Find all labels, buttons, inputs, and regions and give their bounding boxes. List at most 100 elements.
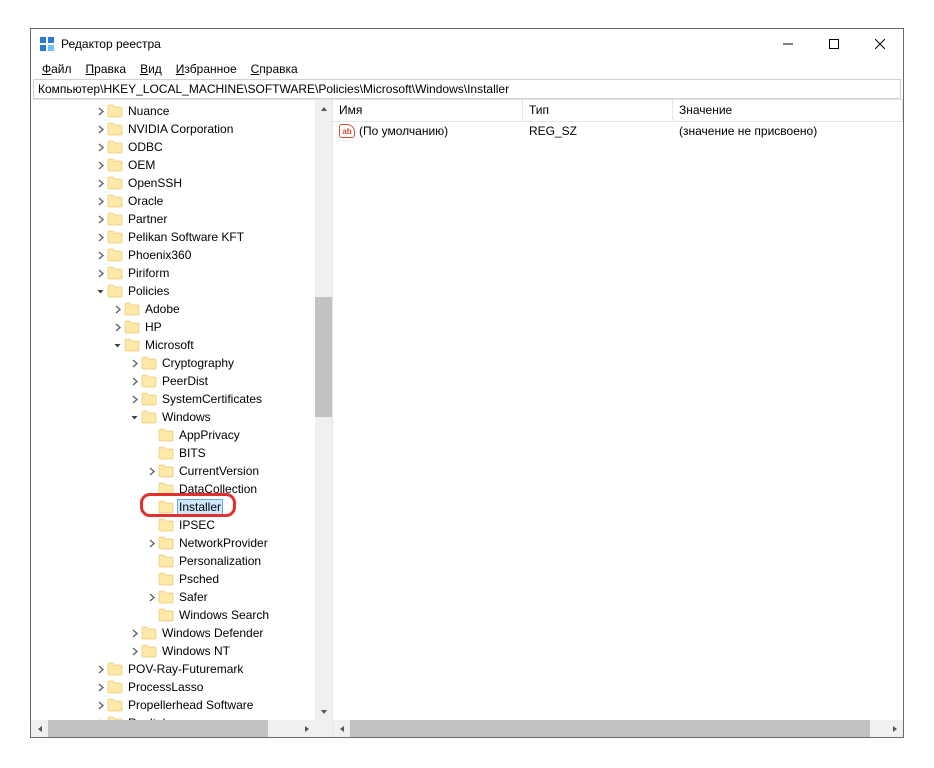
menu-favorites[interactable]: Избранное (171, 61, 242, 77)
tree-item[interactable]: Windows Search (31, 606, 332, 624)
tree-item[interactable]: SystemCertificates (31, 390, 332, 408)
value-row[interactable]: ab(По умолчанию)REG_SZ(значение не присв… (333, 122, 903, 140)
tree-item-label: PeerDist (160, 374, 210, 388)
tree-item[interactable]: ODBC (31, 138, 332, 156)
tree-item-label: DataCollection (177, 482, 259, 496)
chevron-right-icon[interactable] (110, 305, 124, 314)
tree-item[interactable]: Safer (31, 588, 332, 606)
scroll-up-button[interactable] (315, 100, 332, 117)
chevron-right-icon[interactable] (110, 323, 124, 332)
chevron-right-icon[interactable] (93, 701, 107, 710)
chevron-right-icon[interactable] (127, 377, 141, 386)
tree-item[interactable]: NetworkProvider (31, 534, 332, 552)
close-button[interactable] (857, 29, 903, 59)
tree-item[interactable]: Nuance (31, 102, 332, 120)
tree-item[interactable]: PeerDist (31, 372, 332, 390)
tree-item[interactable]: Windows NT (31, 642, 332, 660)
menu-file[interactable]: Файл (37, 61, 77, 77)
menu-help[interactable]: Справка (246, 61, 303, 77)
tree-item[interactable]: Pelikan Software KFT (31, 228, 332, 246)
scroll-right-button[interactable] (886, 720, 903, 737)
tree-item[interactable]: Propellerhead Software (31, 696, 332, 714)
column-type[interactable]: Тип (523, 100, 673, 121)
tree-horizontal-scrollbar[interactable] (31, 720, 315, 737)
scroll-left-button[interactable] (333, 720, 350, 737)
tree-item[interactable]: NVIDIA Corporation (31, 120, 332, 138)
values-pane[interactable]: Имя Тип Значение ab(По умолчанию)REG_SZ(… (333, 100, 903, 737)
titlebar[interactable]: Редактор реестра (31, 29, 903, 59)
chevron-right-icon[interactable] (93, 107, 107, 116)
list-horizontal-scrollbar[interactable] (333, 720, 903, 737)
tree-vertical-scrollbar[interactable] (315, 100, 332, 720)
tree-item-label: SystemCertificates (160, 392, 264, 406)
folder-icon (124, 338, 140, 352)
folder-icon (107, 140, 123, 154)
tree-item[interactable]: POV-Ray-Futuremark (31, 660, 332, 678)
minimize-button[interactable] (765, 29, 811, 59)
tree-item[interactable]: BITS (31, 444, 332, 462)
tree-pane[interactable]: NuanceNVIDIA CorporationODBCOEMOpenSSHOr… (31, 100, 333, 737)
maximize-button[interactable] (811, 29, 857, 59)
tree-item[interactable]: Partner (31, 210, 332, 228)
chevron-right-icon[interactable] (93, 233, 107, 242)
scroll-right-button[interactable] (298, 720, 315, 737)
scroll-left-button[interactable] (31, 720, 48, 737)
chevron-right-icon[interactable] (93, 251, 107, 260)
tree-item[interactable]: Cryptography (31, 354, 332, 372)
chevron-right-icon[interactable] (93, 269, 107, 278)
folder-icon (107, 176, 123, 190)
tree-item[interactable]: Phoenix360 (31, 246, 332, 264)
scroll-thumb[interactable] (48, 720, 268, 737)
chevron-right-icon[interactable] (93, 215, 107, 224)
chevron-right-icon[interactable] (127, 647, 141, 656)
menu-edit[interactable]: Правка (81, 61, 132, 77)
tree-item-label: Personalization (177, 554, 263, 568)
tree-item[interactable]: Oracle (31, 192, 332, 210)
tree-item[interactable]: Piriform (31, 264, 332, 282)
tree-item[interactable]: Installer (31, 498, 332, 516)
chevron-right-icon[interactable] (127, 395, 141, 404)
chevron-right-icon[interactable] (93, 683, 107, 692)
chevron-right-icon[interactable] (93, 143, 107, 152)
scroll-thumb[interactable] (315, 297, 332, 417)
chevron-right-icon[interactable] (127, 629, 141, 638)
menubar: Файл Правка Вид Избранное Справка (31, 59, 903, 79)
chevron-down-icon[interactable] (110, 341, 124, 350)
chevron-right-icon[interactable] (93, 161, 107, 170)
chevron-right-icon[interactable] (144, 467, 158, 476)
scroll-thumb[interactable] (350, 720, 870, 737)
tree-item-label: CurrentVersion (177, 464, 261, 478)
menu-view[interactable]: Вид (135, 61, 167, 77)
chevron-right-icon[interactable] (93, 179, 107, 188)
folder-icon (124, 302, 140, 316)
chevron-right-icon[interactable] (144, 593, 158, 602)
tree-item-label: Psched (177, 572, 221, 586)
tree-item[interactable]: CurrentVersion (31, 462, 332, 480)
tree-item[interactable]: Windows Defender (31, 624, 332, 642)
tree-item[interactable]: Psched (31, 570, 332, 588)
tree-item[interactable]: Adobe (31, 300, 332, 318)
column-value[interactable]: Значение (673, 100, 903, 121)
tree-item[interactable]: Microsoft (31, 336, 332, 354)
chevron-down-icon[interactable] (93, 287, 107, 296)
chevron-down-icon[interactable] (127, 413, 141, 422)
tree-item[interactable]: DataCollection (31, 480, 332, 498)
tree-item[interactable]: Windows (31, 408, 332, 426)
scroll-down-button[interactable] (315, 703, 332, 720)
tree-item[interactable]: OpenSSH (31, 174, 332, 192)
chevron-right-icon[interactable] (127, 359, 141, 368)
chevron-right-icon[interactable] (93, 665, 107, 674)
tree-item[interactable]: HP (31, 318, 332, 336)
chevron-right-icon[interactable] (93, 197, 107, 206)
address-bar[interactable]: Компьютер\HKEY_LOCAL_MACHINE\SOFTWARE\Po… (33, 79, 901, 99)
column-name[interactable]: Имя (333, 100, 523, 121)
tree-item[interactable]: OEM (31, 156, 332, 174)
tree-item-label: Propellerhead Software (126, 698, 255, 712)
tree-item[interactable]: Personalization (31, 552, 332, 570)
tree-item[interactable]: IPSEC (31, 516, 332, 534)
tree-item[interactable]: ProcessLasso (31, 678, 332, 696)
chevron-right-icon[interactable] (93, 125, 107, 134)
tree-item[interactable]: Policies (31, 282, 332, 300)
chevron-right-icon[interactable] (144, 539, 158, 548)
tree-item[interactable]: AppPrivacy (31, 426, 332, 444)
